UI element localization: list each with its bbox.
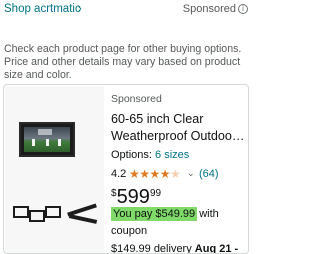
buying-options-notice: Check each product page for other buying… <box>4 43 242 81</box>
product-image[interactable] <box>5 86 104 253</box>
price-fraction: 99 <box>149 188 162 199</box>
bracket-piece <box>13 206 29 218</box>
delivery-date: Aug 21 - <box>194 243 239 254</box>
options-label: Options: <box>111 149 156 161</box>
you-pay-suffix: with <box>199 208 219 220</box>
coupon-price-row: You pay $549.99 with <box>111 207 219 221</box>
star-icon-partial: ★ <box>170 167 181 181</box>
you-pay-badge: You pay $549.99 <box>111 207 198 221</box>
delivery-fee: $149.99 delivery <box>111 243 195 254</box>
chevron-down-icon[interactable]: ⌄ <box>187 168 195 179</box>
info-icon[interactable]: i <box>238 4 248 14</box>
sponsored-label: Sponsored <box>182 3 236 15</box>
tv-screen <box>24 127 70 152</box>
chevron-right-icon[interactable]: › <box>78 3 82 15</box>
star-icons-filled: ★★★★ <box>129 167 171 181</box>
bracket-piece <box>29 210 45 222</box>
delivery-info: $149.99 delivery Aug 21 - <box>111 243 239 254</box>
product-sponsored-label: Sponsored <box>111 93 162 105</box>
price-whole: 599 <box>116 186 150 208</box>
star-icon[interactable]: ★★★★★ <box>129 167 181 181</box>
bracket-piece <box>45 206 61 218</box>
tv-screen-player <box>32 139 35 146</box>
coupon-text: coupon <box>111 225 148 237</box>
tv-screen-logo <box>38 129 52 135</box>
product-options: Options: 6 sizes <box>111 149 189 161</box>
tv-cover-image <box>19 122 75 157</box>
tv-screen-player <box>58 139 61 146</box>
top-bar: Shop acrtmatic › Sponsored i <box>0 0 250 22</box>
shop-store-link[interactable]: Shop acrtmatic <box>4 3 81 15</box>
mount-arm <box>68 214 98 224</box>
product-card[interactable]: Sponsored 60-65 inch Clear Weatherproof … <box>3 84 249 254</box>
review-count-link[interactable]: (64) <box>199 168 219 180</box>
product-price[interactable]: $59999 <box>111 186 161 209</box>
product-title-link[interactable]: 60-65 inch Clear Weatherproof Outdoo… <box>111 111 247 145</box>
tv-screen-player <box>46 139 49 146</box>
rating-value: 4.2 <box>111 168 127 180</box>
options-sizes-link[interactable]: 6 sizes <box>155 149 189 161</box>
mount-brackets-image <box>7 202 102 228</box>
